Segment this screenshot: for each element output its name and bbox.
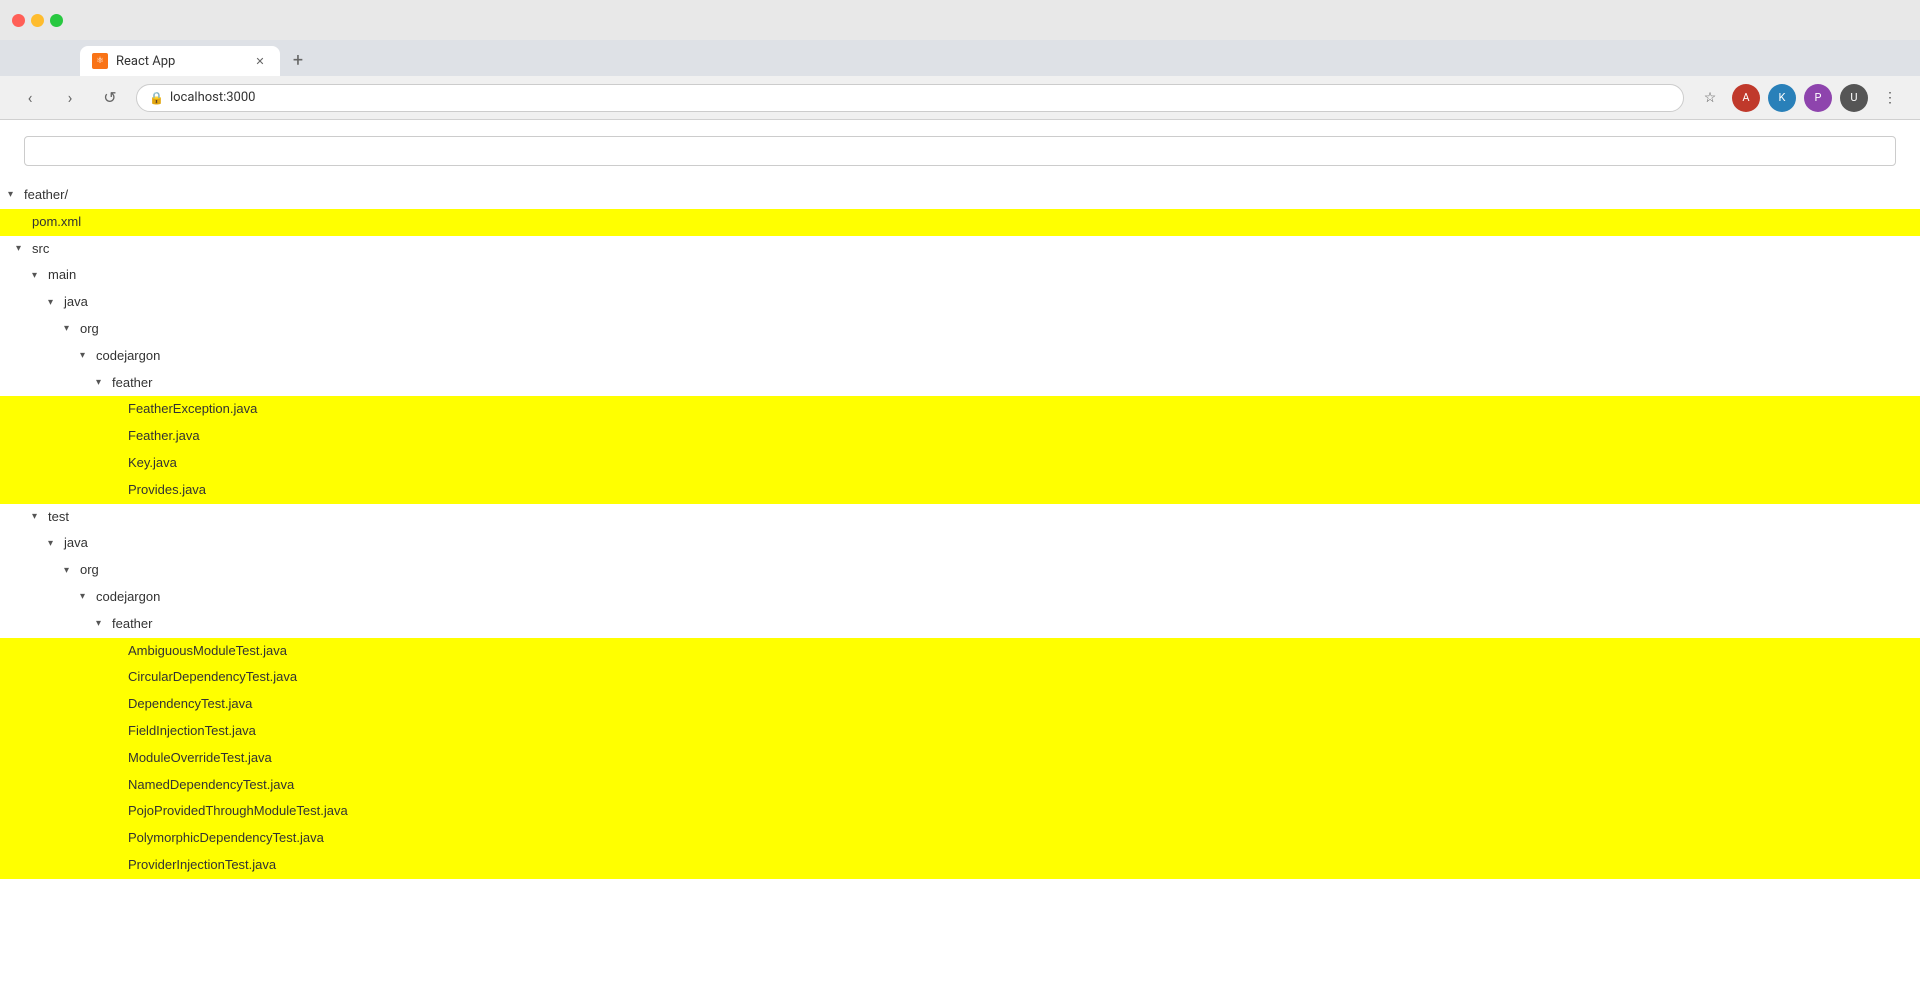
feather-main-label: feather bbox=[112, 373, 152, 394]
tab-favicon: ⚛ bbox=[92, 53, 108, 69]
forward-button[interactable]: › bbox=[56, 84, 84, 112]
bookmark-button[interactable]: ☆ bbox=[1696, 84, 1724, 112]
dependency-test-label: DependencyTest.java bbox=[128, 694, 252, 715]
search-input[interactable] bbox=[24, 136, 1896, 166]
org-test-label: org bbox=[80, 560, 99, 581]
src-label: src bbox=[32, 239, 49, 260]
tree-item-org-main[interactable]: org bbox=[0, 316, 1920, 343]
menu-button[interactable]: ⋮ bbox=[1876, 84, 1904, 112]
tree-item-java-main[interactable]: java bbox=[0, 289, 1920, 316]
chevron-icon-feather-main bbox=[96, 375, 112, 391]
module-override-test-label: ModuleOverrideTest.java bbox=[128, 748, 272, 769]
url-bar[interactable]: 🔒 localhost:3000 bbox=[136, 84, 1684, 112]
chevron-icon-java-test bbox=[48, 536, 64, 552]
browser-actions: ☆ A K P U ⋮ bbox=[1696, 84, 1904, 112]
tree-item-codejargon-main[interactable]: codejargon bbox=[0, 343, 1920, 370]
java-main-label: java bbox=[64, 292, 88, 313]
browser-frame: ⚛ React App ✕ + ‹ › ↺ 🔒 localhost:3000 ☆… bbox=[0, 0, 1920, 120]
ambiguous-module-test-label: AmbiguousModuleTest.java bbox=[128, 641, 287, 662]
pom-xml-label: pom.xml bbox=[32, 212, 81, 233]
chevron-icon-src bbox=[16, 241, 32, 257]
tree-item-org-test[interactable]: org bbox=[0, 557, 1920, 584]
provider-injection-test-label: ProviderInjectionTest.java bbox=[128, 855, 276, 876]
chevron-icon-root bbox=[8, 187, 24, 203]
tree-item-polymorphic-dependency-test[interactable]: PolymorphicDependencyTest.java bbox=[0, 825, 1920, 852]
title-bar bbox=[0, 0, 1920, 40]
tab-bar: ⚛ React App ✕ + bbox=[0, 40, 1920, 76]
codejargon-test-label: codejargon bbox=[96, 587, 160, 608]
chevron-icon-org-main bbox=[64, 321, 80, 337]
tree-item-module-override-test[interactable]: ModuleOverrideTest.java bbox=[0, 745, 1920, 772]
tree-item-main[interactable]: main bbox=[0, 262, 1920, 289]
address-bar: ‹ › ↺ 🔒 localhost:3000 ☆ A K P U ⋮ bbox=[0, 76, 1920, 120]
tree-item-ambiguous-module-test[interactable]: AmbiguousModuleTest.java bbox=[0, 638, 1920, 665]
minimize-button[interactable] bbox=[31, 14, 44, 27]
chevron-icon-java-main bbox=[48, 295, 64, 311]
codejargon-main-label: codejargon bbox=[96, 346, 160, 367]
tree-item-field-injection-test[interactable]: FieldInjectionTest.java bbox=[0, 718, 1920, 745]
tab-title: React App bbox=[116, 54, 244, 69]
traffic-lights bbox=[12, 14, 63, 27]
pojo-provided-test-label: PojoProvidedThroughModuleTest.java bbox=[128, 801, 348, 822]
profile-button-1[interactable]: A bbox=[1732, 84, 1760, 112]
tree-item-key-java[interactable]: Key.java bbox=[0, 450, 1920, 477]
tree-item-src[interactable]: src bbox=[0, 236, 1920, 263]
circular-dependency-test-label: CircularDependencyTest.java bbox=[128, 667, 297, 688]
java-test-label: java bbox=[64, 533, 88, 554]
key-java-label: Key.java bbox=[128, 453, 177, 474]
back-button[interactable]: ‹ bbox=[16, 84, 44, 112]
reload-button[interactable]: ↺ bbox=[96, 84, 124, 112]
tree-item-pojo-provided-test[interactable]: PojoProvidedThroughModuleTest.java bbox=[0, 798, 1920, 825]
tree-item-circular-dependency-test[interactable]: CircularDependencyTest.java bbox=[0, 664, 1920, 691]
chevron-icon-main bbox=[32, 268, 48, 284]
chevron-icon-codejargon-test bbox=[80, 589, 96, 605]
provides-java-label: Provides.java bbox=[128, 480, 206, 501]
active-tab[interactable]: ⚛ React App ✕ bbox=[80, 46, 280, 76]
tree-item-provides-java[interactable]: Provides.java bbox=[0, 477, 1920, 504]
tab-close-button[interactable]: ✕ bbox=[252, 53, 268, 69]
tree-item-java-test[interactable]: java bbox=[0, 530, 1920, 557]
lock-icon: 🔒 bbox=[149, 91, 164, 105]
tree-item-codejargon-test[interactable]: codejargon bbox=[0, 584, 1920, 611]
search-container bbox=[0, 132, 1920, 182]
chevron-icon-org-test bbox=[64, 563, 80, 579]
tree-item-feather-main[interactable]: feather bbox=[0, 370, 1920, 397]
file-tree: feather/ pom.xml src main java org bbox=[0, 182, 1920, 879]
tree-item-feather-java[interactable]: Feather.java bbox=[0, 423, 1920, 450]
field-injection-test-label: FieldInjectionTest.java bbox=[128, 721, 256, 742]
profile-button-4[interactable]: U bbox=[1840, 84, 1868, 112]
profile-button-3[interactable]: P bbox=[1804, 84, 1832, 112]
tree-item-feather-test[interactable]: feather bbox=[0, 611, 1920, 638]
tree-item-root[interactable]: feather/ bbox=[0, 182, 1920, 209]
main-label: main bbox=[48, 265, 76, 286]
url-text: localhost:3000 bbox=[170, 90, 256, 105]
feather-test-label: feather bbox=[112, 614, 152, 635]
close-button[interactable] bbox=[12, 14, 25, 27]
maximize-button[interactable] bbox=[50, 14, 63, 27]
page-content: feather/ pom.xml src main java org bbox=[0, 120, 1920, 891]
org-main-label: org bbox=[80, 319, 99, 340]
new-tab-button[interactable]: + bbox=[284, 46, 312, 74]
tree-item-dependency-test[interactable]: DependencyTest.java bbox=[0, 691, 1920, 718]
root-label: feather/ bbox=[24, 185, 68, 206]
chevron-icon-feather-test bbox=[96, 616, 112, 632]
tree-item-named-dependency-test[interactable]: NamedDependencyTest.java bbox=[0, 772, 1920, 799]
polymorphic-dependency-test-label: PolymorphicDependencyTest.java bbox=[128, 828, 324, 849]
tree-item-provider-injection-test[interactable]: ProviderInjectionTest.java bbox=[0, 852, 1920, 879]
feather-exception-label: FeatherException.java bbox=[128, 399, 257, 420]
tree-item-test[interactable]: test bbox=[0, 504, 1920, 531]
test-label: test bbox=[48, 507, 69, 528]
feather-java-label: Feather.java bbox=[128, 426, 200, 447]
named-dependency-test-label: NamedDependencyTest.java bbox=[128, 775, 294, 796]
chevron-icon-test bbox=[32, 509, 48, 525]
profile-button-2[interactable]: K bbox=[1768, 84, 1796, 112]
chevron-icon-codejargon-main bbox=[80, 348, 96, 364]
tree-item-pom-xml[interactable]: pom.xml bbox=[0, 209, 1920, 236]
tree-item-feather-exception[interactable]: FeatherException.java bbox=[0, 396, 1920, 423]
